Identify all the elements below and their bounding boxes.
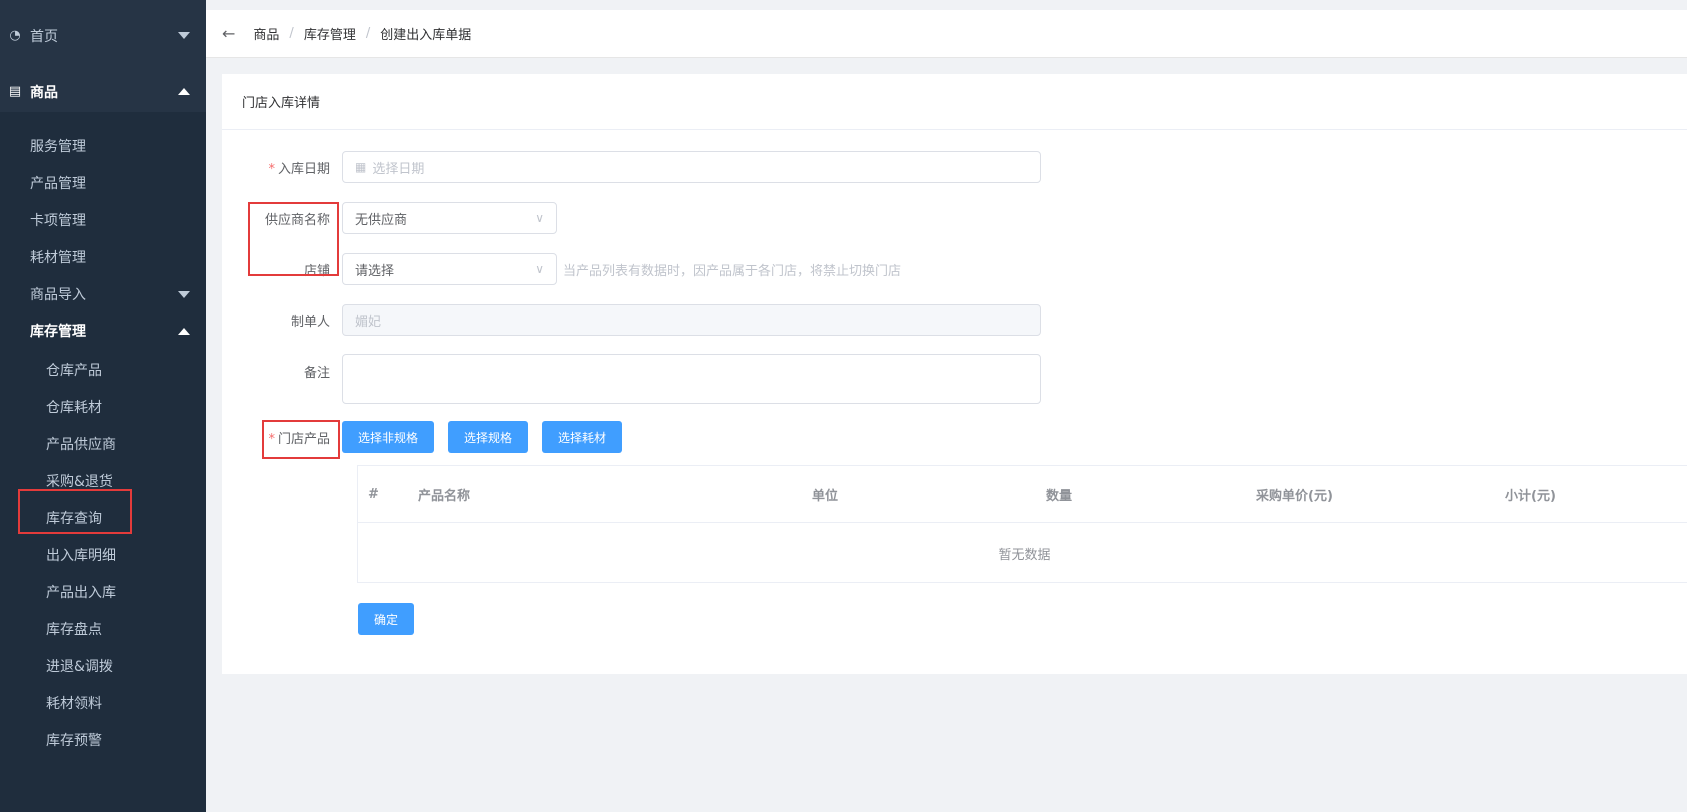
menu-home-label: 首页: [30, 28, 58, 45]
sidebar-item-label: 产品管理: [30, 176, 86, 192]
form-row-remark: 备注: [222, 354, 1041, 404]
sidebar-item-inventory[interactable]: 库存管理: [0, 311, 206, 351]
sidebar-item-stock-alert[interactable]: 库存预警: [0, 720, 206, 760]
supplier-value: 无供应商: [355, 212, 408, 228]
col-subtotal: 小计(元): [1505, 488, 1556, 504]
select-spec-button[interactable]: 选择规格: [448, 421, 528, 453]
inventory-submenu: 仓库产品 仓库耗材 产品供应商 采购&退货 库存查询 出入库明细 产品出入库 库…: [0, 350, 206, 760]
select-non-spec-button[interactable]: 选择非规格: [342, 421, 434, 453]
col-quantity: 数量: [1046, 488, 1073, 504]
sidebar-item-io-detail[interactable]: 出入库明细: [0, 535, 206, 575]
col-product-name: 产品名称: [418, 488, 471, 504]
table-header: # 产品名称 单位 数量 采购单价(元) 小计(元): [358, 466, 1687, 523]
date-label-text: 入库日期: [277, 161, 330, 177]
highlight-purchase-return: [18, 489, 132, 534]
chevron-down-icon: ∨: [535, 211, 544, 225]
store-select[interactable]: 请选择 ∨: [342, 253, 557, 285]
form-row-creator: 制单人 媚妃: [222, 304, 1041, 336]
date-label: * 入库日期: [222, 158, 342, 177]
products-table: # 产品名称 单位 数量 采购单价(元) 小计(元) 暂无数据: [357, 465, 1687, 583]
date-picker[interactable]: ▦ 选择日期: [342, 151, 1041, 183]
chevron-down-icon: ∨: [535, 262, 544, 276]
date-placeholder: 选择日期: [372, 161, 425, 177]
menu-goods[interactable]: ▤ 商品: [0, 71, 206, 112]
sidebar-item-import[interactable]: 商品导入: [0, 274, 206, 314]
card-title: 门店入库详情: [222, 74, 1687, 130]
store-placeholder: 请选择: [355, 263, 395, 279]
chevron-up-icon: [178, 88, 190, 95]
sidebar-item-warehouse-product[interactable]: 仓库产品: [0, 350, 206, 390]
main-content: ← 商品 / 库存管理 / 创建出入库单据 门店入库详情 * 入库日期 ▦ 选择日…: [206, 0, 1687, 812]
remark-label: 备注: [303, 366, 330, 381]
col-index: #: [368, 486, 379, 502]
sidebar-item-consumable[interactable]: 耗材管理: [0, 237, 206, 277]
inbound-card: 门店入库详情 * 入库日期 ▦ 选择日期 供应商名称 无供应商 ∨ 店铺 请选择 …: [222, 74, 1687, 674]
breadcrumb-item-inventory[interactable]: 库存管理: [304, 24, 356, 43]
confirm-button[interactable]: 确定: [358, 603, 414, 635]
sidebar-item-label: 卡项管理: [30, 213, 86, 229]
sidebar-item-service[interactable]: 服务管理: [0, 126, 206, 166]
sidebar-item-label: 耗材管理: [30, 250, 86, 266]
chevron-down-icon: [178, 32, 190, 39]
required-mark: *: [268, 161, 275, 177]
breadcrumb-item-create: 创建出入库单据: [380, 28, 472, 43]
sidebar-item-card[interactable]: 卡项管理: [0, 200, 206, 240]
select-consumable-button[interactable]: 选择耗材: [542, 421, 622, 453]
breadcrumb-separator: /: [289, 26, 294, 41]
supplier-select[interactable]: 无供应商 ∨: [342, 202, 557, 234]
dashboard-icon: ◔: [9, 28, 21, 43]
breadcrumb-bar: ← 商品 / 库存管理 / 创建出入库单据: [206, 0, 1687, 58]
sidebar-item-label: 服务管理: [30, 139, 86, 155]
calendar-icon: ▦: [355, 160, 367, 174]
sidebar-item-supplier[interactable]: 产品供应商: [0, 424, 206, 464]
table-empty-text: 暂无数据: [998, 547, 1051, 563]
chevron-up-icon: [178, 327, 190, 335]
sidebar-item-transfer[interactable]: 进退&调拨: [0, 646, 206, 686]
creator-input: 媚妃: [342, 304, 1041, 336]
chevron-down-icon: [178, 290, 190, 298]
creator-label: 制单人: [290, 314, 330, 330]
sidebar-item-label: 库存管理: [30, 324, 86, 340]
store-hint: 当产品列表有数据时，因产品属于各门店，将禁止切换门店: [563, 263, 902, 279]
sidebar-item-warehouse-consumable[interactable]: 仓库耗材: [0, 387, 206, 427]
sidebar-item-requisition[interactable]: 耗材领料: [0, 683, 206, 723]
sidebar-item-label: 商品导入: [30, 287, 86, 303]
sidebar: ◔ 首页 ▤ 商品 服务管理 产品管理 卡项管理 耗材管理 商品导入 库存管理 …: [0, 0, 206, 812]
breadcrumb-item-goods[interactable]: 商品: [253, 24, 279, 43]
remark-textarea[interactable]: [342, 354, 1041, 404]
breadcrumb-separator: /: [365, 26, 371, 41]
sidebar-item-product[interactable]: 产品管理: [0, 163, 206, 203]
document-icon: ▤: [8, 84, 22, 99]
col-unit-price: 采购单价(元): [1256, 488, 1333, 504]
creator-value: 媚妃: [355, 314, 382, 330]
menu-goods-label: 商品: [30, 84, 58, 101]
highlight-supplier-store: [248, 202, 339, 276]
goods-submenu: 服务管理 产品管理 卡项管理 耗材管理 商品导入 库存管理 仓库产品 仓库耗材 …: [0, 112, 206, 760]
menu-home[interactable]: ◔ 首页: [0, 0, 206, 71]
col-unit: 单位: [812, 488, 839, 504]
highlight-products-label: [262, 420, 340, 459]
back-arrow-icon[interactable]: ←: [222, 24, 235, 43]
sidebar-item-product-io[interactable]: 产品出入库: [0, 572, 206, 612]
sidebar-item-stocktake[interactable]: 库存盘点: [0, 609, 206, 649]
form-row-date: * 入库日期 ▦ 选择日期: [222, 151, 1041, 183]
